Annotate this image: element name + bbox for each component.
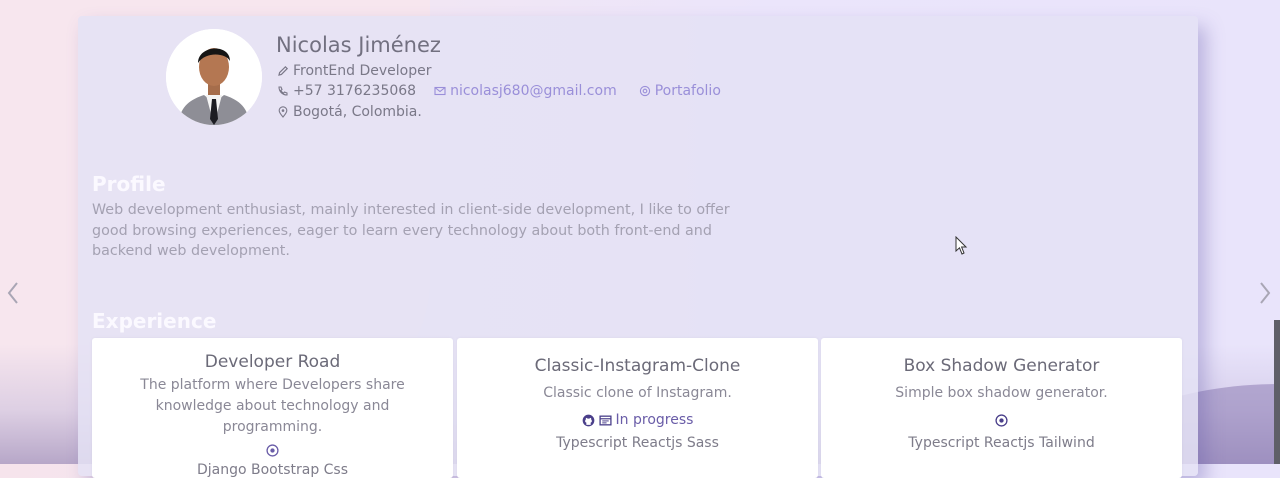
profile-location: Bogotá, Colombia. — [293, 104, 422, 120]
project-status: In progress — [615, 412, 694, 428]
project-description: The platform where Developers share know… — [140, 377, 405, 435]
portfolio-link[interactable]: Portafolio — [655, 83, 721, 99]
project-links — [821, 410, 1182, 430]
location-pin-icon — [278, 106, 288, 118]
project-links — [92, 440, 453, 460]
demo-icon[interactable] — [266, 443, 279, 457]
avatar — [166, 29, 262, 125]
profile-name: Nicolas Jiménez — [276, 33, 441, 57]
mouse-cursor-icon — [955, 236, 968, 255]
project-title: Developer Road — [204, 352, 341, 372]
github-icon[interactable] — [582, 414, 595, 427]
pencil-icon — [278, 65, 289, 76]
role-line: FrontEnd Developer — [277, 63, 431, 79]
project-tags: Typescript Reactjs Sass — [556, 435, 719, 451]
project-description: Simple box shadow generator. — [895, 385, 1108, 401]
profile-role: FrontEnd Developer — [293, 63, 432, 79]
profile-description: Web development enthusiast, mainly inter… — [92, 202, 730, 259]
mail-icon — [434, 86, 446, 96]
project-description: Classic clone of Instagram. — [543, 385, 732, 401]
demo-icon[interactable] — [995, 413, 1008, 427]
project-title: Box Shadow Generator — [903, 356, 1100, 376]
profile-phone: +57 3176235068 — [293, 83, 417, 99]
project-card-box-shadow[interactable]: Box Shadow Generator Simple box shadow g… — [821, 338, 1182, 478]
chevron-left-icon[interactable] — [7, 281, 19, 305]
project-tags: Django Bootstrap Css — [196, 462, 349, 478]
at-icon — [639, 85, 650, 97]
project-links: In progress — [457, 410, 818, 430]
project-tags: Typescript Reactjs Tailwind — [908, 435, 1095, 451]
avatar-photo — [166, 29, 262, 125]
email-link[interactable]: nicolasj680@gmail.com — [450, 83, 617, 99]
browser-icon[interactable] — [598, 414, 612, 427]
location-line: Bogotá, Colombia. — [277, 104, 422, 120]
contact-line: +57 3176235068 nicolasj680@gmail.com Por… — [277, 83, 721, 99]
scrollbar[interactable] — [1274, 320, 1280, 464]
project-card-instagram-clone[interactable]: Classic-Instagram-Clone Classic clone of… — [457, 338, 818, 478]
chevron-right-icon[interactable] — [1259, 281, 1271, 305]
project-card-developer-road[interactable]: Developer Road The platform where Develo… — [92, 338, 453, 478]
profile-heading: Profile — [92, 172, 166, 196]
experience-heading: Experience — [92, 309, 217, 333]
project-title: Classic-Instagram-Clone — [534, 356, 741, 376]
phone-icon — [278, 86, 288, 96]
